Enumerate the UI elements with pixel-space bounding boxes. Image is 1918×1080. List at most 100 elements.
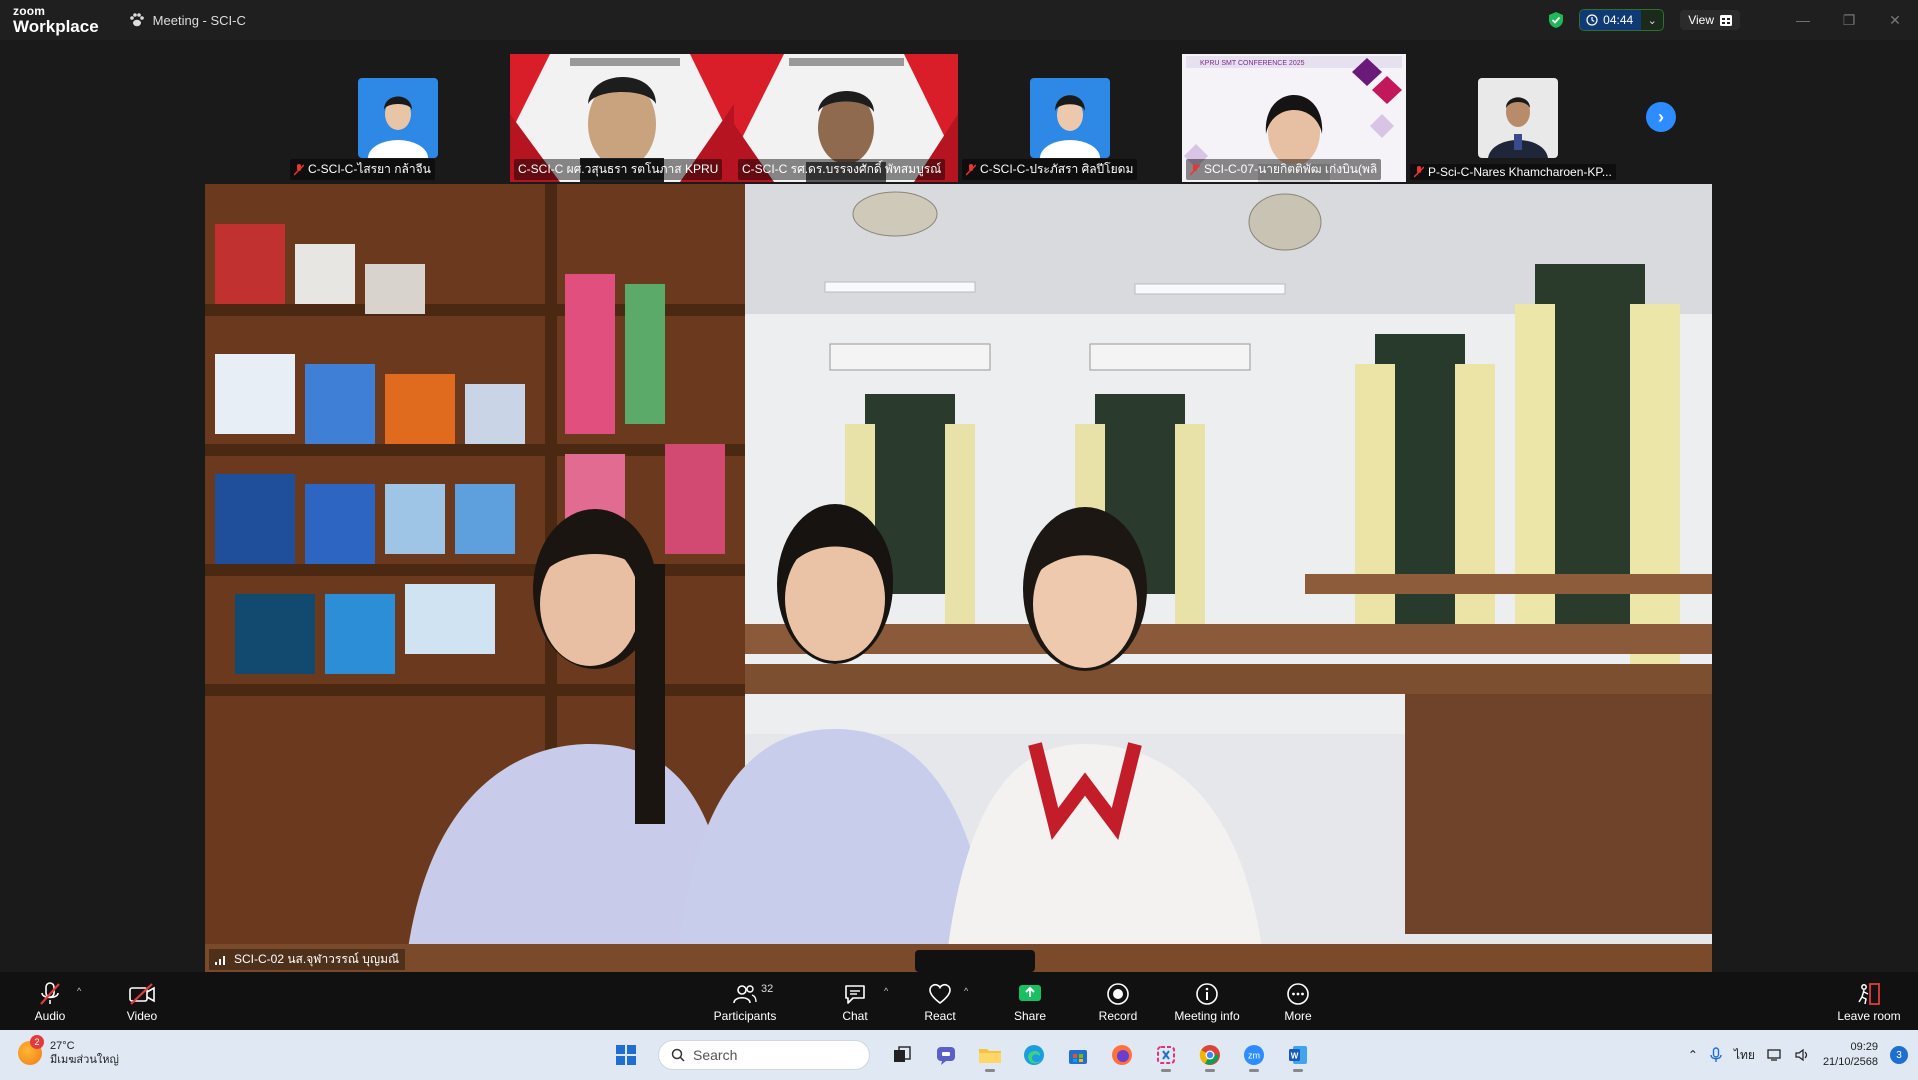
participant-name: P-Sci-C-Nares Khamcharoen-KP... <box>1428 165 1612 179</box>
edge-browser-icon[interactable] <box>1016 1037 1052 1073</box>
file-explorer-icon[interactable] <box>972 1037 1008 1073</box>
search-icon <box>671 1048 685 1062</box>
paw-icon <box>129 13 144 27</box>
more-icon <box>1287 983 1309 1005</box>
participants-icon <box>733 985 757 1004</box>
participant-tile[interactable]: C-SCI-C-ประภัสรา ศิลปีโยดม <box>958 54 1182 182</box>
participant-name-label: P-Sci-C-Nares Khamcharoen-KP... <box>1410 164 1616 180</box>
heart-icon <box>929 983 951 1005</box>
timer-text: 04:44 <box>1603 13 1634 27</box>
participant-name-label: C-SCI-C รศ.ดร.บรรจงศักดิ์ พัทสมบูรณ์ <box>738 159 946 180</box>
participant-avatar <box>1030 78 1110 158</box>
share-button[interactable]: Share <box>1012 972 1048 1030</box>
meeting-title-area[interactable]: Meeting - SCI-C <box>129 13 246 28</box>
weather-sun-icon: 2 <box>18 1035 44 1065</box>
word-icon[interactable]: W <box>1280 1037 1316 1073</box>
chevron-down-icon[interactable]: ⌄ <box>1641 14 1663 27</box>
video-off-icon <box>129 983 155 1005</box>
clock-icon <box>1586 14 1598 26</box>
zoom-app-icon[interactable]: zm <box>1236 1037 1272 1073</box>
participant-name-label: SCI-C-07-นายกิตติพัฒ เก่งบิน(พลิ <box>1186 159 1382 180</box>
meeting-info-button[interactable]: Meeting info <box>1170 972 1244 1030</box>
participants-count: 32 <box>761 983 774 995</box>
chat-button[interactable]: Chat <box>838 972 872 1030</box>
share-label: Share <box>1013 1009 1047 1023</box>
participant-name: C-SCI-C รศ.ดร.บรรจงศักดิ์ พัทสมบูรณ์ <box>742 162 942 176</box>
taskbar-search-box[interactable]: Search <box>658 1040 870 1070</box>
participant-name-label: C-SCI-C ผศ.วสุนธรา รตโนภาส KPRU <box>514 159 723 180</box>
taskbar-clock[interactable]: 09:29 21/10/2568 <box>1823 1040 1878 1070</box>
clock-date: 21/10/2568 <box>1822 1056 1878 1068</box>
minimize-icon[interactable]: — <box>1780 0 1826 40</box>
participant-name-label: C-SCI-C-ประภัสรา ศิลปีโยดม <box>962 159 1138 180</box>
security-shield-icon[interactable] <box>1547 11 1565 29</box>
close-icon[interactable]: ✕ <box>1872 0 1918 40</box>
meeting-info-label: Meeting info <box>1174 1009 1240 1023</box>
muted-mic-icon <box>1414 166 1424 178</box>
video-button[interactable]: Video <box>120 972 164 1030</box>
active-speaker-name: SCI-C-02 นส.จุฬาวรรณ์ บุญมณี <box>234 952 400 966</box>
windows-start-icon[interactable] <box>608 1037 644 1073</box>
teams-meet-icon[interactable] <box>928 1037 964 1073</box>
participant-tile[interactable]: C-SCI-C ผศ.วสุนธรา รตโนภาส KPRU <box>510 54 734 182</box>
signal-bars-icon <box>215 955 225 965</box>
record-button[interactable]: Record <box>1096 972 1140 1030</box>
input-language[interactable]: ไทย <box>1734 1046 1755 1065</box>
audio-button[interactable]: Audio <box>28 972 72 1030</box>
maximize-icon[interactable]: ❐ <box>1826 0 1872 40</box>
view-button[interactable]: View <box>1680 10 1740 30</box>
snipping-tool-icon[interactable] <box>1148 1037 1184 1073</box>
muted-mic-icon <box>294 163 304 175</box>
participant-name-label: C-SCI-C-ไสรยา กล้าจีน <box>290 159 435 180</box>
mic-muted-icon <box>40 982 60 1005</box>
gallery-strip: C-SCI-C-ไสรยา กล้าจีน C-SCI-C ผศ.วสุนธรา… <box>0 40 1918 182</box>
record-label: Record <box>1098 1009 1138 1023</box>
react-button[interactable]: React <box>922 972 958 1030</box>
participant-tile[interactable]: KPRU SMT CONFERENCE 2025 SCI-C-07-นายกิต… <box>1182 54 1406 182</box>
chrome-icon[interactable] <box>1192 1037 1228 1073</box>
record-icon <box>1107 983 1129 1005</box>
video-label: Video <box>126 1009 158 1023</box>
network-icon[interactable] <box>1767 1048 1783 1062</box>
audio-options-caret-icon[interactable]: ^ <box>77 986 81 996</box>
weather-widget[interactable]: 2 27°C มีเมฆส่วนใหญ่ <box>18 1035 119 1067</box>
participants-button[interactable]: Participants <box>706 972 784 1030</box>
microphone-icon[interactable] <box>1710 1047 1722 1063</box>
view-label: View <box>1688 13 1714 27</box>
leave-room-label: Leave room <box>1837 1009 1901 1023</box>
firefox-icon[interactable] <box>1104 1037 1140 1073</box>
participant-tile[interactable]: C-SCI-C-ไสรยา กล้าจีน <box>286 54 510 182</box>
active-speaker-video: SCI-C-02 นส.จุฬาวรรณ์ บุญมณี <box>205 184 1712 972</box>
zoom-workplace-logo: zoom Workplace <box>13 5 99 35</box>
grid-icon <box>1720 14 1732 26</box>
react-options-caret-icon[interactable]: ^ <box>964 986 968 996</box>
participant-name: C-SCI-C ผศ.วสุนธรา รตโนภาส KPRU <box>518 162 719 176</box>
windows-taskbar: 2 27°C มีเมฆส่วนใหญ่ Search zm W ⌃ ไทย 0… <box>0 1030 1918 1080</box>
muted-mic-icon <box>1190 163 1200 175</box>
participant-tile[interactable]: P-Sci-C-Nares Khamcharoen-KP... <box>1406 54 1630 182</box>
chat-options-caret-icon[interactable]: ^ <box>884 986 888 996</box>
next-page-button[interactable]: › <box>1646 102 1676 132</box>
clock-time: 09:29 <box>1850 1041 1878 1053</box>
chevron-up-icon[interactable]: ⌃ <box>1688 1048 1698 1062</box>
participant-tile[interactable]: C-SCI-C รศ.ดร.บรรจงศักดิ์ พัทสมบูรณ์ <box>734 54 958 182</box>
classroom-scene <box>205 184 1712 972</box>
more-button[interactable]: More <box>1280 972 1316 1030</box>
audio-label: Audio <box>34 1009 66 1023</box>
leave-room-button[interactable]: Leave room <box>1834 972 1904 1030</box>
logo-bottom-text: Workplace <box>13 17 99 36</box>
logo-top-text: zoom <box>13 4 46 18</box>
conference-banner-text: KPRU SMT CONFERENCE 2025 <box>1200 60 1305 67</box>
task-view-icon[interactable] <box>884 1037 920 1073</box>
more-label: More <box>1284 1009 1312 1023</box>
meeting-timer[interactable]: 04:44 ⌄ <box>1579 9 1665 31</box>
title-bar: zoom Workplace Meeting - SCI-C 04:44 ⌄ V… <box>0 0 1918 40</box>
store-icon[interactable] <box>1060 1037 1096 1073</box>
chat-label: Chat <box>842 1009 868 1023</box>
meeting-title: Meeting - SCI-C <box>152 12 246 28</box>
speaker-icon[interactable] <box>1795 1048 1811 1062</box>
notification-badge[interactable]: 3 <box>1890 1046 1908 1064</box>
leave-door-icon <box>1858 983 1880 1005</box>
participant-name: SCI-C-07-นายกิตติพัฒ เก่งบิน(พลิ <box>1204 162 1378 176</box>
participant-avatar <box>1478 78 1558 158</box>
